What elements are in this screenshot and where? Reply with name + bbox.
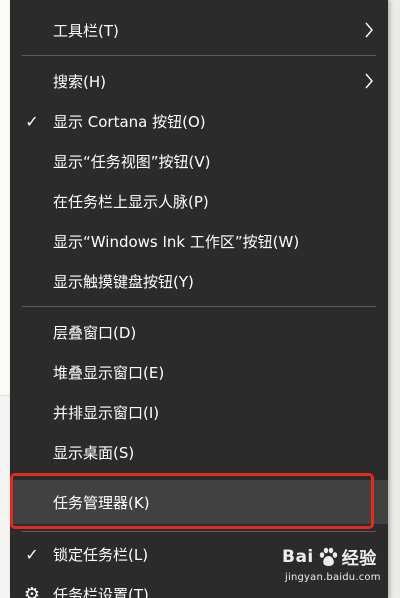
chevron-right-icon [362,71,376,91]
background-panel [388,0,400,598]
menu-item-stack-windows[interactable]: 堆叠显示窗口(E) [10,352,388,392]
watermark-brand: Bai 经验 [282,544,377,570]
checkmark-icon: ✓ [25,544,39,564]
checkmark-icon: ✓ [25,111,39,131]
menu-separator [22,531,376,532]
menu-item-label: 堆叠显示窗口(E) [53,363,165,382]
background-panel [0,270,10,396]
highlight-annotation-box [10,473,374,529]
menu-item-show-people[interactable]: 在任务栏上显示人脉(P) [10,181,388,221]
menu-separator [22,55,376,56]
background-panel [0,0,10,151]
menu-item-side-by-side-windows[interactable]: 并排显示窗口(I) [10,392,388,432]
menu-item-label: 任务栏设置(T) [53,585,149,598]
menu-item-toolbars[interactable]: 工具栏(T) [10,10,388,50]
menu-item-label: 并排显示窗口(I) [53,403,160,422]
menu-item-label: 显示“Windows Ink 工作区”按钮(W) [53,232,300,251]
watermark-url: jingyan.baidu.com [285,572,381,583]
menu-item-label: 工具栏(T) [53,21,119,40]
chevron-right-icon [362,20,376,40]
menu-item-show-cortana[interactable]: ✓ 显示 Cortana 按钮(O) [10,101,388,141]
menu-item-label: 层叠窗口(D) [53,323,137,342]
screenshot-stage: 工具栏(T) 搜索(H) ✓ 显示 Cortana 按钮(O) 显示“任务视图”… [0,0,400,598]
menu-item-label: 在任务栏上显示人脉(P) [53,192,209,211]
menu-item-label: 显示“任务视图”按钮(V) [53,152,211,171]
baidu-paw-logo-icon [317,546,339,568]
menu-item-label: 显示触摸键盘按钮(Y) [53,272,194,291]
baidu-jingyan-watermark: Bai 经验 jingyan.baidu.com [282,542,394,594]
menu-item-label: 锁定任务栏(L) [53,545,149,564]
menu-item-cascade-windows[interactable]: 层叠窗口(D) [10,312,388,352]
background-panel [0,150,10,271]
watermark-brand-left: Bai [282,546,314,567]
watermark-brand-right: 经验 [341,549,377,569]
menu-item-label: 搜索(H) [53,72,106,91]
menu-item-show-windows-ink[interactable]: 显示“Windows Ink 工作区”按钮(W) [10,221,388,261]
gear-icon: ⚙ [23,583,41,598]
menu-separator [22,306,376,307]
menu-item-show-desktop[interactable]: 显示桌面(S) [10,432,388,472]
menu-item-show-touch-keyboard[interactable]: 显示触摸键盘按钮(Y) [10,261,388,301]
menu-item-show-task-view[interactable]: 显示“任务视图”按钮(V) [10,141,388,181]
menu-item-label: 显示 Cortana 按钮(O) [53,112,206,131]
menu-item-search[interactable]: 搜索(H) [10,61,388,101]
menu-item-label: 显示桌面(S) [53,443,135,462]
